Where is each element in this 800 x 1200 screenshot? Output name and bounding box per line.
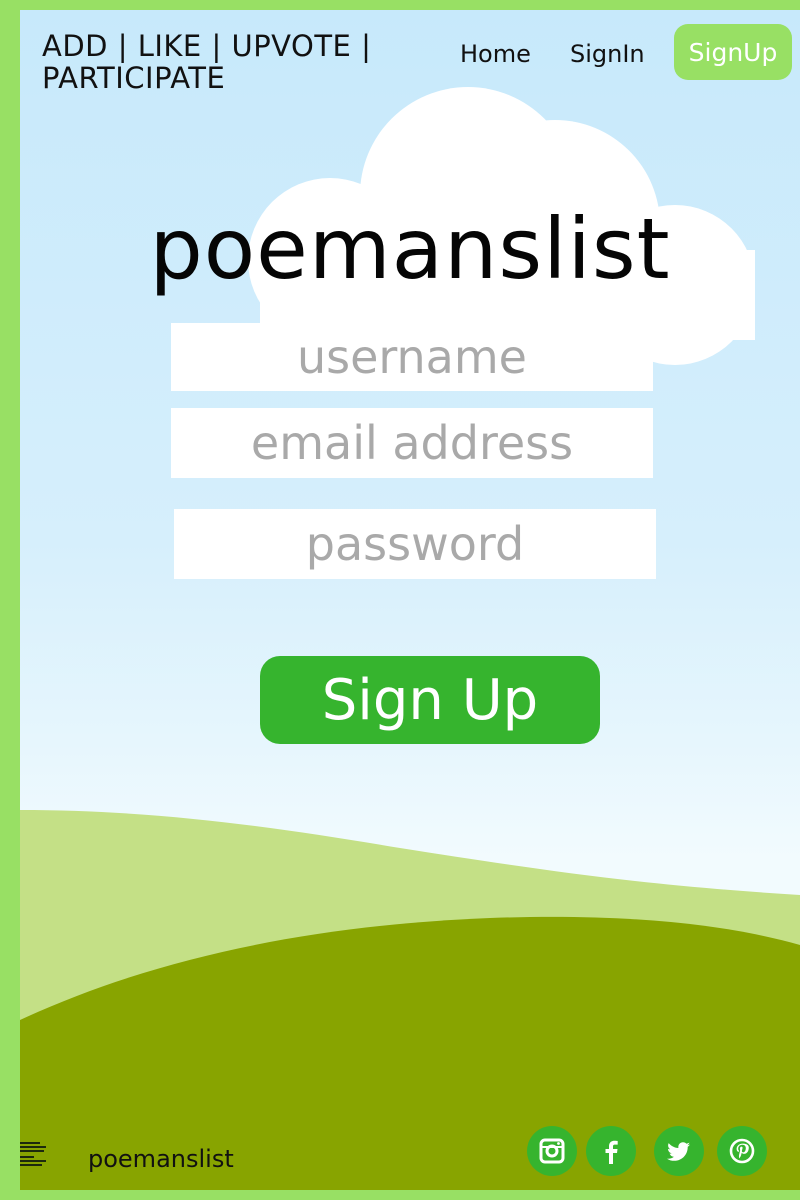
instagram-link[interactable] [527,1126,577,1176]
site-title: poemanslist [149,200,671,298]
footer-brand: poemanslist [88,1145,234,1173]
tagline: ADD | LIKE | UPVOTE | PARTICIPATE [42,29,372,95]
pinterest-icon [729,1138,755,1164]
nav-signup-button[interactable]: SignUp [674,24,792,80]
twitter-link[interactable] [654,1126,704,1176]
nav-signin-link[interactable]: SignIn [570,40,645,68]
signup-canvas: ADD | LIKE | UPVOTE | PARTICIPATE Home S… [20,10,800,1190]
pinterest-link[interactable] [717,1126,767,1176]
page-frame: ADD | LIKE | UPVOTE | PARTICIPATE Home S… [0,0,800,1200]
facebook-link[interactable] [586,1126,636,1176]
instagram-icon [539,1138,565,1164]
username-field[interactable]: username [171,323,653,391]
email-field[interactable]: email address [171,408,653,478]
fineprint-logo [20,1142,48,1176]
nav-home-link[interactable]: Home [460,40,531,68]
background-scenery [20,87,800,1190]
signup-submit-button[interactable]: Sign Up [260,656,600,744]
twitter-icon [667,1142,690,1161]
password-field[interactable]: password [174,509,656,579]
facebook-icon [605,1140,618,1164]
